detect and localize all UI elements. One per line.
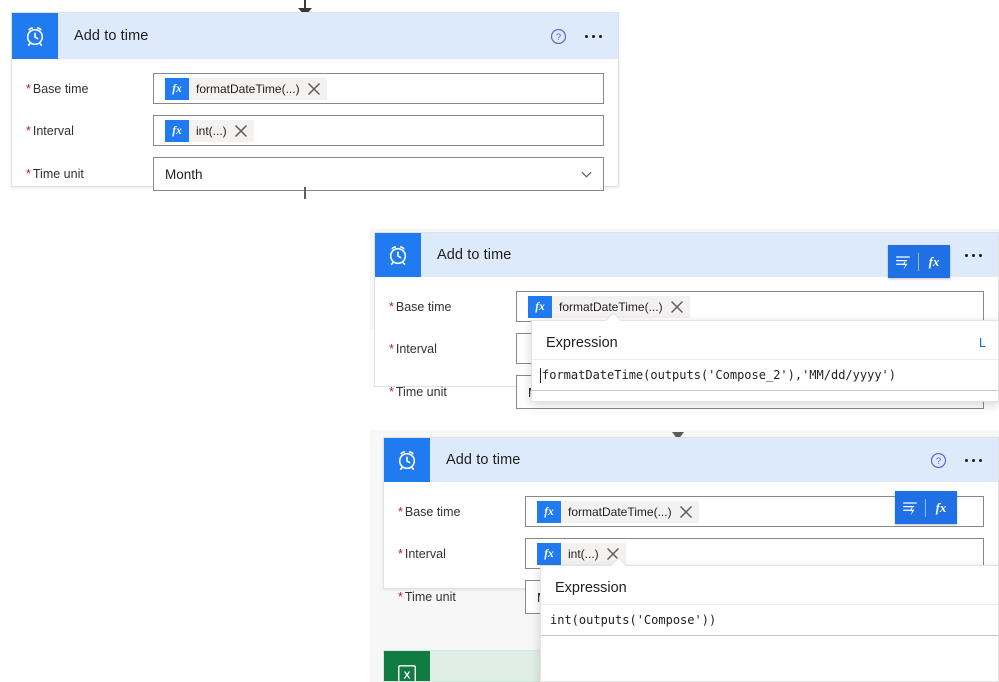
card-title: Add to time bbox=[446, 452, 521, 468]
required-asterisk: * bbox=[26, 123, 31, 138]
expression-flyout-bottom[interactable]: Expression int(outputs('Compose')) bbox=[540, 565, 999, 682]
field-label-base-time: * Base time bbox=[389, 299, 452, 314]
help-circle-icon[interactable]: ? bbox=[930, 452, 947, 469]
fx-icon: fx bbox=[537, 500, 561, 523]
field-label-base-time: * Base time bbox=[398, 504, 461, 519]
expression-editor-input[interactable]: int(outputs('Compose')) bbox=[541, 604, 998, 636]
time-unit-dropdown[interactable]: Month bbox=[153, 157, 604, 191]
field-row-time-unit: * Time unit Month bbox=[26, 157, 604, 191]
card-header-actions: ? bbox=[550, 28, 618, 45]
field-label-time-unit: * Time unit bbox=[398, 590, 456, 604]
flyout-header: Expression bbox=[541, 566, 998, 604]
required-asterisk: * bbox=[398, 546, 403, 561]
expression-value: formatDateTime(outputs('Compose_2'),'MM/… bbox=[542, 368, 897, 382]
excel-icon: X bbox=[384, 651, 430, 682]
ellipsis-icon[interactable] bbox=[965, 253, 982, 257]
screenshot-canvas: Add to time ? * Base time fx formatDateT… bbox=[0, 0, 999, 682]
field-label-interval: * Interval bbox=[26, 123, 74, 138]
expression-value: int(outputs('Compose')) bbox=[550, 613, 717, 627]
chevron-down-icon[interactable] bbox=[580, 168, 593, 181]
flyout-caret bbox=[611, 558, 627, 567]
expression-token-label: formatDateTime(...) bbox=[559, 299, 663, 314]
fx-icon[interactable]: fx bbox=[926, 492, 956, 524]
clear-token-icon[interactable] bbox=[677, 503, 695, 521]
card-header: Add to time ? bbox=[12, 13, 618, 59]
alarm-clock-icon bbox=[375, 233, 421, 277]
field-label-base-time: * Base time bbox=[26, 81, 89, 96]
svg-text:X: X bbox=[404, 671, 411, 682]
fx-icon: fx bbox=[165, 119, 189, 142]
expression-token[interactable]: fx formatDateTime(...) bbox=[165, 77, 327, 100]
required-asterisk: * bbox=[398, 504, 403, 519]
inline-editor-toolbar-bottom[interactable]: fx bbox=[895, 491, 957, 524]
clear-token-icon[interactable] bbox=[668, 298, 686, 316]
field-row-base-time: * Base time fx formatDateTime(...) bbox=[389, 291, 984, 322]
fx-icon: fx bbox=[528, 295, 552, 318]
fx-icon: fx bbox=[537, 542, 561, 565]
required-asterisk: * bbox=[389, 385, 394, 399]
clear-token-icon[interactable] bbox=[232, 122, 250, 140]
required-asterisk: * bbox=[398, 590, 403, 604]
svg-text:?: ? bbox=[556, 31, 561, 41]
expression-editor-input[interactable]: formatDateTime(outputs('Compose_2'),'MM/… bbox=[532, 359, 998, 391]
required-asterisk: * bbox=[389, 299, 394, 314]
alarm-clock-icon bbox=[12, 13, 58, 59]
help-circle-icon[interactable]: ? bbox=[550, 28, 567, 45]
svg-text:?: ? bbox=[936, 455, 941, 465]
base-time-input[interactable]: fx formatDateTime(...) bbox=[516, 291, 984, 322]
field-row-base-time: * Base time fx formatDateTime(...) bbox=[26, 73, 604, 104]
card-header: Add to time ? bbox=[384, 438, 998, 482]
alarm-clock-icon bbox=[384, 438, 430, 482]
card-title: Add to time bbox=[74, 28, 149, 44]
expression-token[interactable]: fx int(...) bbox=[165, 119, 254, 142]
field-label-time-unit: * Time unit bbox=[389, 385, 447, 399]
field-label-interval: * Interval bbox=[389, 341, 437, 356]
time-unit-value: Month bbox=[165, 166, 203, 182]
fx-icon[interactable]: fx bbox=[919, 246, 949, 278]
learn-more-link[interactable]: L bbox=[979, 336, 986, 350]
required-asterisk: * bbox=[26, 81, 31, 96]
field-label-interval: * Interval bbox=[398, 546, 446, 561]
required-asterisk: * bbox=[389, 341, 394, 356]
ellipsis-icon[interactable] bbox=[585, 34, 602, 38]
expression-token[interactable]: fx formatDateTime(...) bbox=[537, 500, 699, 523]
flyout-header: Expression L bbox=[532, 321, 998, 359]
field-label-time-unit: * Time unit bbox=[26, 167, 84, 181]
card-body: * Base time fx formatDateTime(...) * Inter… bbox=[12, 59, 618, 209]
clear-token-icon[interactable] bbox=[305, 80, 323, 98]
flow-connector-line-bottom bbox=[304, 187, 306, 199]
flyout-title: Expression bbox=[546, 335, 618, 351]
dynamic-content-icon[interactable] bbox=[895, 492, 925, 524]
flyout-caret bbox=[606, 313, 622, 322]
required-asterisk: * bbox=[26, 167, 31, 181]
card-title: Add to time bbox=[437, 247, 512, 263]
expression-token-label: formatDateTime(...) bbox=[568, 504, 672, 519]
fx-icon: fx bbox=[165, 77, 189, 100]
inline-editor-toolbar-middle[interactable]: fx bbox=[888, 245, 950, 278]
card-header-actions: ? bbox=[930, 452, 998, 469]
expression-token-label: int(...) bbox=[196, 123, 227, 138]
interval-input[interactable]: fx int(...) bbox=[153, 115, 604, 146]
dynamic-content-icon[interactable] bbox=[888, 246, 918, 278]
base-time-input[interactable]: fx formatDateTime(...) bbox=[153, 73, 604, 104]
flyout-title: Expression bbox=[555, 580, 627, 596]
ellipsis-icon[interactable] bbox=[965, 458, 982, 462]
expression-flyout-middle[interactable]: Expression L formatDateTime(outputs('Com… bbox=[531, 320, 999, 402]
action-card-add-to-time-top[interactable]: Add to time ? * Base time fx formatDateT… bbox=[11, 12, 619, 191]
expression-token-label: formatDateTime(...) bbox=[196, 81, 300, 96]
field-row-interval: * Interval fx int(...) bbox=[26, 115, 604, 146]
expression-token-label: int(...) bbox=[568, 546, 599, 561]
